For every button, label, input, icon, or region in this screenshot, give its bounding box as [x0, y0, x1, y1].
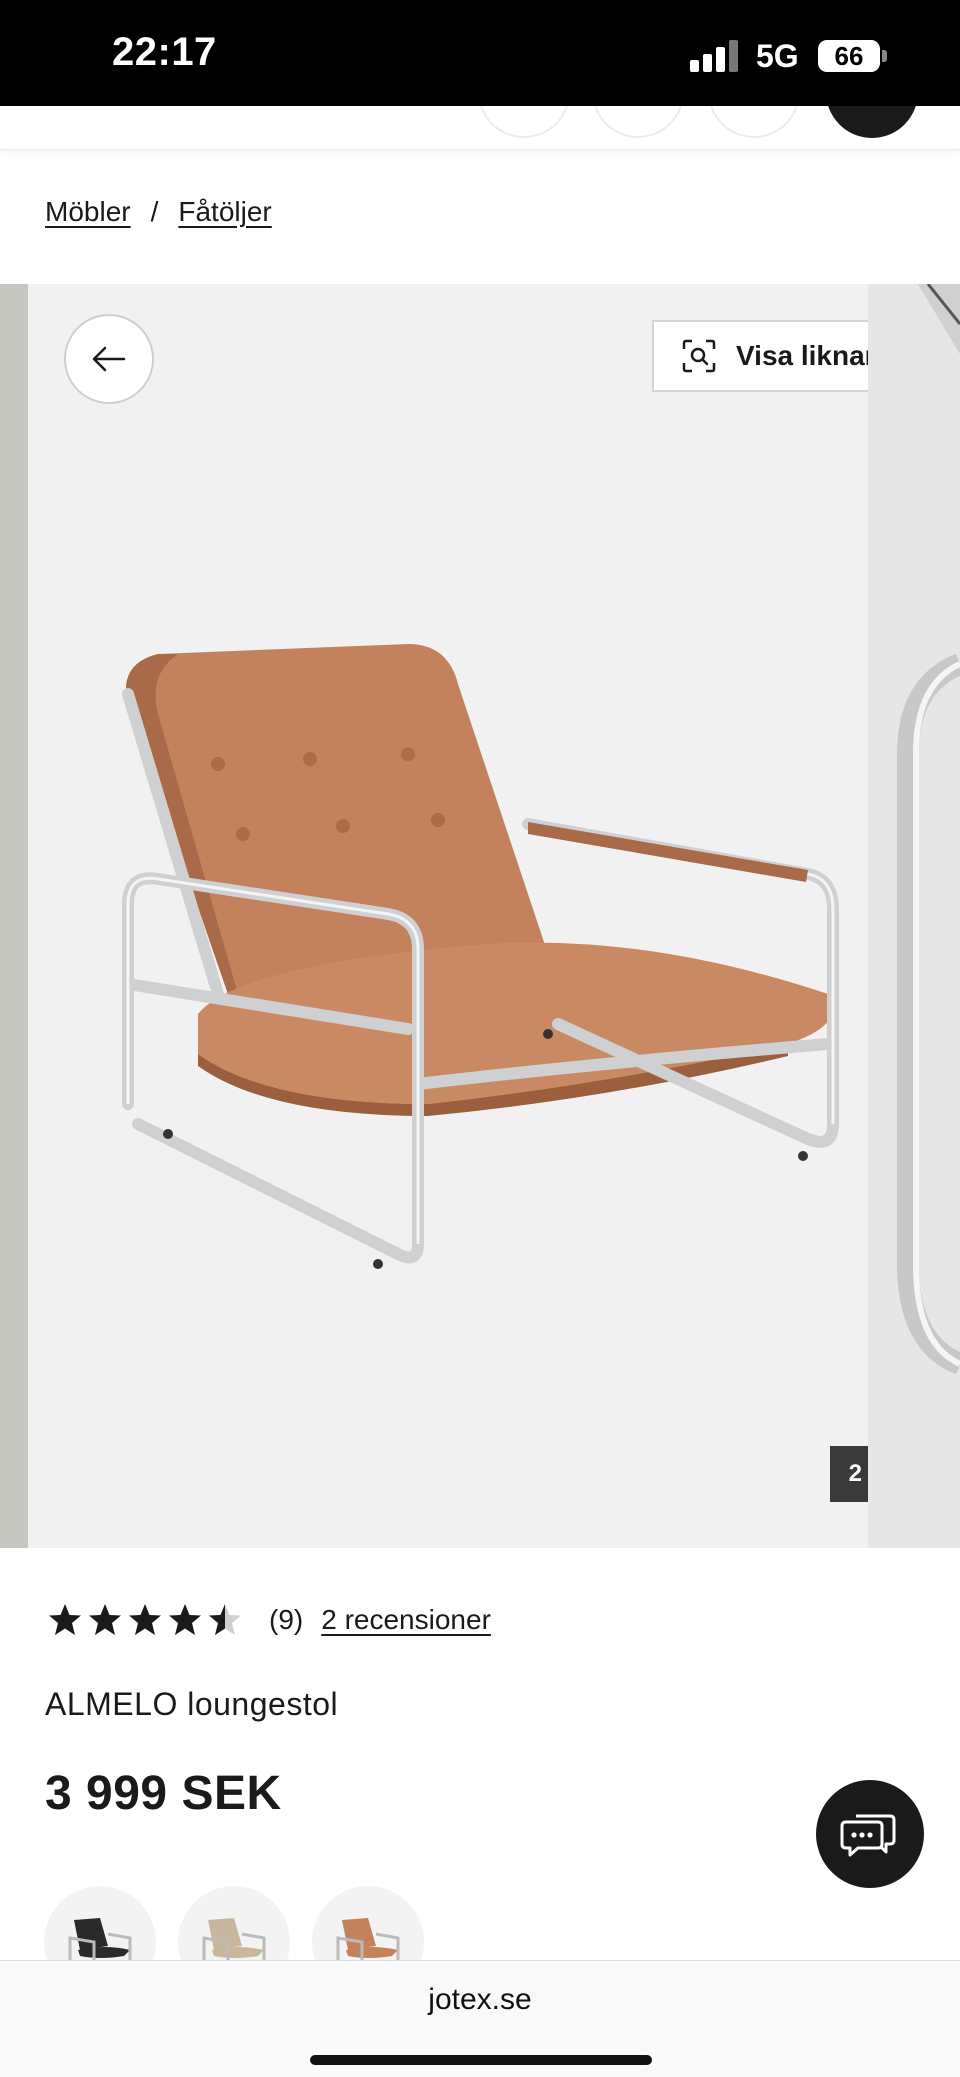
star-rating [47, 1602, 247, 1638]
visual-search-icon [682, 339, 716, 373]
gallery-next-slide[interactable] [868, 284, 960, 1548]
header-icon-button[interactable] [708, 106, 800, 138]
product-gallery[interactable]: Visa liknande 2 / 7 [0, 284, 960, 1548]
next-slide-preview [897, 284, 960, 1375]
header-icon-button[interactable] [592, 106, 684, 138]
back-button[interactable] [64, 314, 154, 404]
product-image-chair [122, 644, 839, 1269]
status-bar: 22:17 5G 66 [0, 0, 960, 106]
gallery-current-slide[interactable]: Visa liknande 2 / 7 [28, 284, 952, 1548]
browser-url-bar[interactable]: jotex.se [0, 1960, 960, 2077]
signal-icon [690, 40, 740, 72]
stars-icon [49, 1604, 241, 1635]
chat-button[interactable] [816, 1780, 924, 1888]
chat-bubbles-icon [840, 1814, 896, 1857]
product-price: 3 999 SEK [45, 1767, 282, 1820]
breadcrumb-link-mobler[interactable]: Möbler [45, 196, 131, 228]
arrow-left-icon [92, 346, 126, 372]
cart-button[interactable] [826, 106, 918, 138]
rating-count: (9) [269, 1604, 304, 1635]
network-label: 5G [756, 38, 799, 74]
header-icon-button[interactable] [478, 106, 570, 138]
product-title: ALMELO loungestol [45, 1686, 339, 1722]
breadcrumb: Möbler / Fåtöljer [45, 196, 272, 228]
breadcrumb-link-fatoljer[interactable]: Fåtöljer [178, 196, 271, 228]
battery-tip [882, 50, 887, 62]
battery-icon: 66 [818, 40, 880, 72]
breadcrumb-separator: / [150, 196, 159, 227]
reviews-link[interactable]: 2 recensioner [321, 1604, 491, 1636]
product-rating: (9) 2 recensioner [47, 1602, 491, 1638]
site-header [0, 106, 960, 150]
status-time: 22:17 [112, 30, 217, 74]
url-text[interactable]: jotex.se [0, 1983, 960, 2017]
home-indicator[interactable] [310, 2055, 652, 2065]
gallery-prev-slide[interactable] [0, 284, 28, 1548]
